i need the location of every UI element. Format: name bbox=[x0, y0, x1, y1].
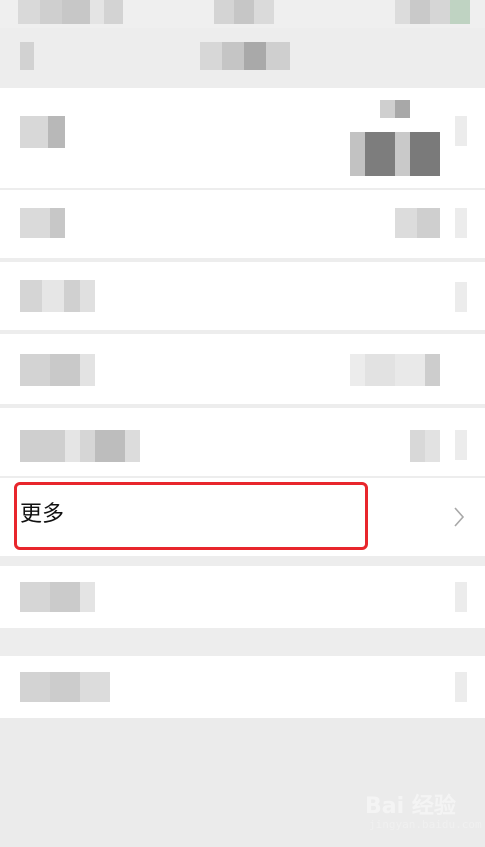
list-item[interactable] bbox=[0, 334, 485, 404]
title-bar bbox=[0, 28, 485, 86]
list-item[interactable] bbox=[0, 656, 485, 718]
list-item[interactable] bbox=[0, 566, 485, 628]
chevron-right-icon bbox=[455, 208, 467, 238]
section-divider bbox=[0, 628, 485, 656]
status-center-blurred bbox=[214, 0, 274, 24]
list-item-value-blurred bbox=[410, 430, 440, 462]
chevron-right-icon bbox=[455, 582, 467, 612]
watermark-text: Bai 经验 bbox=[365, 794, 456, 819]
chevron-right-icon bbox=[454, 507, 465, 527]
section-divider bbox=[0, 556, 485, 566]
list-item-value-blurred bbox=[350, 354, 440, 386]
avatar bbox=[350, 132, 440, 176]
list-item-label-blurred bbox=[20, 116, 65, 148]
chevron-right-icon bbox=[455, 116, 467, 146]
chevron-right-icon bbox=[455, 672, 467, 702]
back-icon[interactable] bbox=[20, 42, 34, 70]
list-item-label-blurred bbox=[20, 582, 95, 612]
watermark-url: jingyan.baidu.com bbox=[369, 818, 482, 831]
list-item[interactable] bbox=[0, 408, 485, 476]
list-item-label-blurred bbox=[20, 672, 110, 702]
list-item-label-blurred bbox=[20, 208, 65, 238]
list-item-label-blurred bbox=[20, 430, 140, 462]
highlight-box bbox=[14, 482, 368, 550]
status-bar bbox=[0, 0, 485, 28]
list-item-value-blurred bbox=[395, 208, 440, 238]
page-title-blurred bbox=[200, 42, 290, 70]
list-item[interactable] bbox=[0, 190, 485, 258]
status-icons-blurred bbox=[395, 0, 470, 24]
status-time-blurred bbox=[18, 0, 123, 24]
chevron-right-icon bbox=[455, 430, 467, 460]
list-item[interactable] bbox=[0, 262, 485, 330]
avatar-top-blurred bbox=[380, 100, 410, 118]
list-item[interactable] bbox=[0, 88, 485, 188]
list-item-label-blurred bbox=[20, 280, 95, 312]
watermark: Bai 经验 jingyan.baidu.com bbox=[365, 788, 482, 838]
list-item-label-blurred bbox=[20, 354, 95, 386]
chevron-right-icon bbox=[455, 282, 467, 312]
